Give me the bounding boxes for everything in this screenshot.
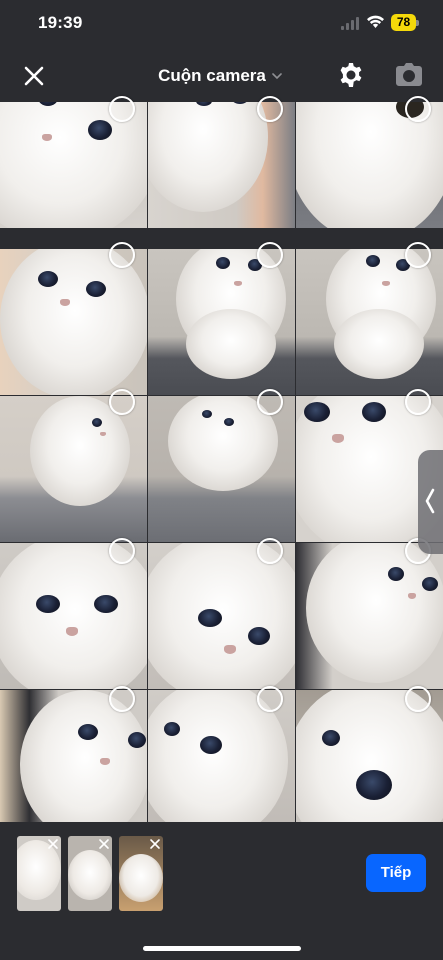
side-drawer-handle[interactable] (418, 450, 443, 554)
photo-thumbnail[interactable] (148, 249, 295, 395)
select-circle[interactable] (109, 96, 135, 122)
remove-icon[interactable] (149, 838, 161, 850)
photo-thumbnail[interactable] (0, 543, 147, 689)
wifi-icon (367, 15, 384, 28)
status-time: 19:39 (38, 13, 83, 32)
selected-thumbnail[interactable] (68, 836, 112, 911)
photo-thumbnail[interactable] (296, 543, 443, 689)
remove-icon[interactable] (47, 838, 59, 850)
select-circle[interactable] (405, 389, 431, 415)
selection-tray: Tiếp (0, 822, 443, 960)
selected-thumbnail[interactable] (17, 836, 61, 911)
status-bar: 19:39 78 (0, 0, 443, 50)
photo-grid (0, 102, 443, 822)
camera-icon[interactable] (395, 62, 423, 88)
select-circle[interactable] (257, 96, 283, 122)
select-circle[interactable] (405, 686, 431, 712)
header: Cuộn camera (0, 50, 443, 102)
select-circle[interactable] (405, 96, 431, 122)
chevron-left-icon (425, 488, 435, 514)
select-circle[interactable] (405, 242, 431, 268)
remove-icon[interactable] (98, 838, 110, 850)
photo-thumbnail[interactable] (0, 396, 147, 542)
select-circle[interactable] (109, 242, 135, 268)
select-circle[interactable] (257, 389, 283, 415)
cellular-signal-icon (341, 16, 359, 30)
select-circle[interactable] (109, 389, 135, 415)
select-circle[interactable] (109, 686, 135, 712)
album-title: Cuộn camera (158, 66, 266, 85)
selected-thumbnail[interactable] (119, 836, 163, 911)
battery-icon: 78 (391, 14, 419, 31)
home-indicator (143, 946, 301, 951)
photo-thumbnail[interactable] (148, 543, 295, 689)
close-icon[interactable] (20, 62, 48, 90)
photo-thumbnail[interactable] (0, 249, 147, 395)
photo-thumbnail[interactable] (148, 396, 295, 542)
select-circle[interactable] (109, 538, 135, 564)
next-button[interactable]: Tiếp (366, 854, 426, 892)
select-circle[interactable] (257, 242, 283, 268)
album-selector[interactable]: Cuộn camera (140, 62, 300, 90)
gear-icon[interactable] (337, 61, 365, 89)
photo-thumbnail[interactable] (296, 249, 443, 395)
select-circle[interactable] (257, 686, 283, 712)
chevron-down-icon (272, 73, 282, 80)
battery-level: 78 (391, 14, 416, 31)
select-circle[interactable] (257, 538, 283, 564)
